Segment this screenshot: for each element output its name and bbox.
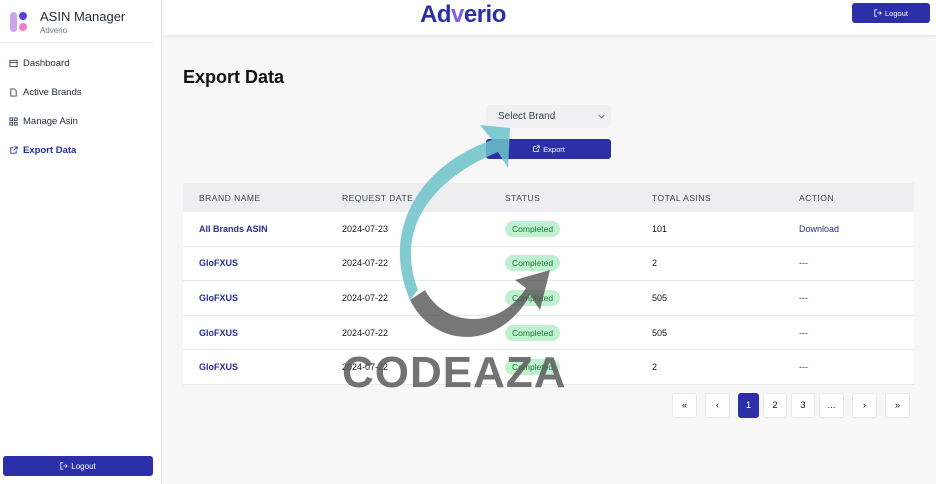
request-date: 2024-07-22 <box>342 258 389 269</box>
request-date: 2024-07-22 <box>342 327 389 338</box>
request-date: 2024-07-23 <box>342 223 389 234</box>
top-bar: Adverio Logout <box>162 0 936 35</box>
column-header: REQUEST DATE <box>342 192 414 203</box>
total-asins: 2 <box>652 258 658 269</box>
request-date: 2024-07-22 <box>342 292 389 303</box>
total-asins: 2 <box>652 362 658 373</box>
total-asins: 505 <box>652 327 668 338</box>
sidebar-item-manage-asin[interactable]: Manage Asin <box>0 107 161 136</box>
table-row: All Brands ASIN 2024-07-23 Completed 101… <box>183 212 914 247</box>
top-logout-label: Logout <box>885 8 908 18</box>
status-badge: Completed <box>505 220 561 237</box>
sidebar-logout-button[interactable]: Logout <box>3 456 153 476</box>
last-page-button[interactable]: » <box>885 393 910 418</box>
sidebar-item-label: Manage Asin <box>23 116 78 127</box>
column-header: TOTAL ASINS <box>652 192 712 203</box>
page-title: Export Data <box>183 67 285 87</box>
brand-select[interactable]: Select Brand <box>486 105 611 128</box>
chevron-down-icon <box>598 114 605 119</box>
table-row: GloFXUS 2024-07-22 Completed 2 --- <box>183 246 914 282</box>
sidebar-item-dashboard[interactable]: Dashboard <box>0 49 161 78</box>
export-label: Export <box>543 144 565 154</box>
dashboard-icon <box>9 59 18 68</box>
table-header: BRAND NAME REQUEST DATE STATUS TOTAL ASI… <box>183 183 914 212</box>
logout-icon <box>60 462 69 470</box>
export-icon <box>533 145 540 152</box>
sidebar-item-label: Dashboard <box>23 58 70 69</box>
status-badge: Completed <box>505 289 561 306</box>
document-icon <box>9 88 18 97</box>
action-placeholder: --- <box>799 327 808 338</box>
sidebar-nav: Dashboard Active Brands Manage Asin Expo… <box>0 43 161 165</box>
brand-subtitle: Adverio <box>40 26 68 35</box>
sidebar-item-label: Export Data <box>23 145 77 156</box>
brand-name-link[interactable]: GloFXUS <box>199 328 238 338</box>
sidebar-logout-label: Logout <box>71 461 96 471</box>
prev-page-button[interactable]: ‹ <box>705 393 730 418</box>
top-logout-button[interactable]: Logout <box>852 3 930 23</box>
next-page-button[interactable]: › <box>852 393 877 418</box>
column-header: ACTION <box>799 192 835 203</box>
brand-name-link[interactable]: All Brands ASIN <box>199 224 268 234</box>
sidebar-brand: ASIN Manager Adverio <box>0 0 153 43</box>
app-logo-icon <box>10 10 34 34</box>
table-row: GloFXUS 2024-07-22 Completed 505 --- <box>183 281 914 316</box>
logo-suffix: erio <box>463 1 507 28</box>
table-row: GloFXUS 2024-07-22 Completed 505 --- <box>183 315 914 351</box>
export-button[interactable]: Export <box>486 139 611 159</box>
sidebar-item-label: Active Brands <box>23 87 82 98</box>
brand-select-value: Select Brand <box>498 111 556 122</box>
page-ellipsis: ... <box>819 393 844 418</box>
brand-name-link[interactable]: GloFXUS <box>199 258 238 268</box>
sidebar-item-active-brands[interactable]: Active Brands <box>0 78 161 107</box>
total-asins: 505 <box>652 292 668 303</box>
total-asins: 101 <box>652 223 668 234</box>
brand-title: ASIN Manager <box>40 9 126 24</box>
brand-name-link[interactable]: GloFXUS <box>199 362 238 372</box>
column-header: STATUS <box>505 192 541 203</box>
grid-icon <box>9 117 18 126</box>
status-badge: Completed <box>505 324 561 341</box>
action-placeholder: --- <box>799 292 808 303</box>
action-placeholder: --- <box>799 258 808 269</box>
action-placeholder: --- <box>799 362 808 373</box>
logout-icon <box>874 9 882 17</box>
column-header: BRAND NAME <box>199 192 261 203</box>
logo-prefix: Ad <box>420 1 452 28</box>
external-link-icon <box>9 146 18 155</box>
brand-name-link[interactable]: GloFXUS <box>199 293 238 303</box>
watermark-text: CODEAZA <box>342 348 567 397</box>
page-button-3[interactable]: 3 <box>791 393 815 418</box>
download-link[interactable]: Download <box>799 224 839 234</box>
pagination: « ‹ 1 2 3 ... › » <box>672 393 914 418</box>
sidebar-item-export-data[interactable]: Export Data <box>0 136 161 165</box>
page-button-2[interactable]: 2 <box>763 393 787 418</box>
logo-v: v <box>451 1 464 28</box>
top-logo: Adverio <box>420 1 506 29</box>
status-badge: Completed <box>505 255 561 272</box>
first-page-button[interactable]: « <box>672 393 697 418</box>
sidebar: ASIN Manager Adverio Dashboard Active Br… <box>0 0 162 484</box>
page-button-1[interactable]: 1 <box>738 393 759 418</box>
